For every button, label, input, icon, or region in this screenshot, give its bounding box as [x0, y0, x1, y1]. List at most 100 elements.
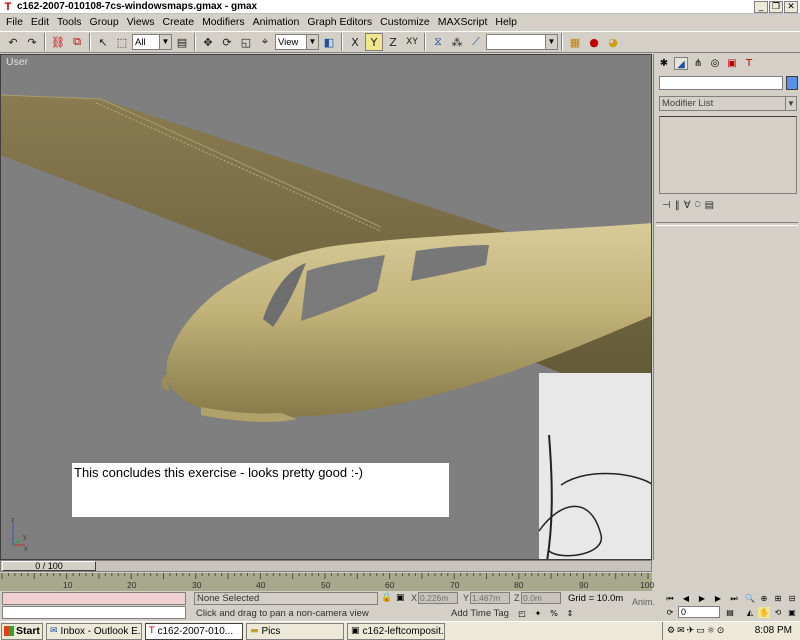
unlink-selection-icon[interactable]: ⧉ — [68, 33, 86, 51]
time-configuration-icon[interactable]: ▤ — [724, 607, 736, 618]
field-of-view-icon[interactable]: ◭ — [744, 607, 756, 618]
select-and-move-icon[interactable]: ✥ — [199, 33, 217, 51]
configure-modifier-sets-icon[interactable]: ▤ — [705, 200, 714, 211]
tray-icon[interactable]: ⊙ — [717, 626, 725, 636]
track-bar[interactable]: 10 20 30 40 50 60 70 80 90 100 — [0, 573, 654, 591]
user-viewport[interactable]: User This concludes this exercise - look… — [0, 54, 652, 560]
play-icon[interactable]: ▶ — [696, 593, 708, 604]
select-by-name-icon[interactable]: ▤ — [173, 33, 191, 51]
absolute-mode-icon[interactable]: ▣ — [396, 593, 405, 603]
quick-render-icon[interactable]: ◕ — [604, 33, 622, 51]
redo-icon[interactable]: ↷ — [23, 33, 41, 51]
quick-launch-icon[interactable]: ⚙ — [667, 626, 675, 636]
render-icon[interactable]: ● — [585, 33, 603, 51]
pan-icon[interactable]: ✋ — [758, 607, 770, 618]
animate-button[interactable]: Anim. — [632, 597, 655, 607]
arc-rotate-icon[interactable]: ⟲ — [772, 607, 784, 618]
array-icon[interactable]: ⁂ — [448, 33, 466, 51]
quick-launch-icon[interactable]: ☼ — [707, 626, 715, 636]
utilities-tab-icon[interactable]: T — [742, 57, 756, 70]
go-to-end-icon[interactable]: ⏭ — [728, 593, 740, 604]
menu-help[interactable]: Help — [491, 16, 521, 28]
zoom-icon[interactable]: 🔍 — [744, 593, 756, 604]
show-end-result-icon[interactable]: ‖ — [675, 200, 680, 211]
snap-toggle-icon[interactable]: ◰ — [516, 608, 528, 619]
menu-customize[interactable]: Customize — [376, 16, 434, 28]
make-unique-icon[interactable]: ∀ — [684, 200, 691, 211]
motion-tab-icon[interactable]: ◎ — [708, 57, 722, 70]
add-time-tag-button[interactable]: Add Time Tag — [451, 608, 509, 619]
time-slider-thumb[interactable]: 0 / 100 — [2, 561, 96, 571]
modify-tab-icon[interactable]: ◢ — [674, 56, 688, 70]
restore-button[interactable]: ❐ — [769, 1, 783, 13]
x-coord-field[interactable]: 0.226m — [418, 592, 458, 604]
previous-frame-icon[interactable]: ◀ — [680, 593, 692, 604]
modifier-stack[interactable] — [659, 116, 797, 194]
task-pics[interactable]: ▬ Pics — [246, 622, 344, 640]
pin-stack-icon[interactable]: ⊣ — [662, 200, 671, 211]
material-editor-icon[interactable]: ▦ — [566, 33, 584, 51]
minimize-button[interactable]: _ — [754, 1, 768, 13]
menu-animation[interactable]: Animation — [249, 16, 304, 28]
quick-launch-icon[interactable]: ✈ — [687, 626, 695, 636]
select-and-link-icon[interactable]: ⛓ — [49, 33, 67, 51]
select-and-rotate-icon[interactable]: ⟳ — [218, 33, 236, 51]
menu-modifiers[interactable]: Modifiers — [198, 16, 249, 28]
region-select-icon[interactable]: ⬚ — [113, 33, 131, 51]
restrict-y-icon[interactable]: Y — [365, 33, 383, 51]
menu-maxscript[interactable]: MAXScript — [434, 16, 492, 28]
current-frame-field[interactable]: 0 — [678, 606, 720, 618]
modifier-list-dropdown[interactable]: Modifier List ▼ — [659, 96, 797, 111]
menu-tools[interactable]: Tools — [53, 16, 86, 28]
select-and-scale-icon[interactable]: ◱ — [237, 33, 255, 51]
spinner-snap-icon[interactable]: ⇕ — [564, 608, 576, 619]
menu-graph-editors[interactable]: Graph Editors — [303, 16, 376, 28]
angle-snap-icon[interactable]: ✦ — [532, 608, 544, 619]
task-leftcomposite[interactable]: ▣ c162-leftcomposit... — [347, 622, 445, 640]
restrict-z-icon[interactable]: Z — [384, 33, 402, 51]
start-button[interactable]: Start — [1, 622, 43, 640]
close-button[interactable]: ✕ — [784, 1, 798, 13]
select-manipulate-icon[interactable]: ⌖ — [256, 33, 274, 51]
menu-views[interactable]: Views — [123, 16, 159, 28]
key-mode-icon[interactable]: ⟳ — [664, 607, 676, 618]
zoom-all-icon[interactable]: ⊕ — [758, 593, 770, 604]
reference-coord-dropdown[interactable]: View ▼ — [275, 34, 319, 50]
menu-file[interactable]: File — [2, 16, 27, 28]
menu-group[interactable]: Group — [86, 16, 123, 28]
selection-lock-icon[interactable]: 🔒 — [381, 593, 392, 603]
maximize-viewport-icon[interactable]: ▣ — [786, 607, 798, 618]
menu-edit[interactable]: Edit — [27, 16, 53, 28]
selection-filter-dropdown[interactable]: All ▼ — [132, 34, 172, 50]
create-tab-icon[interactable]: ✱ — [657, 57, 671, 70]
time-slider[interactable]: 0 / 100 — [0, 560, 652, 572]
zoom-extents-all-icon[interactable]: ⊟ — [786, 593, 798, 604]
task-outlook[interactable]: ✉ Inbox - Outlook E... — [46, 622, 142, 640]
undo-icon[interactable]: ↶ — [4, 33, 22, 51]
align-icon[interactable]: ⟋ — [467, 33, 485, 51]
percent-snap-icon[interactable]: % — [548, 608, 560, 619]
maxscript-listener-output[interactable] — [2, 592, 186, 605]
mirror-icon[interactable]: ⧖ — [429, 33, 447, 51]
menu-create[interactable]: Create — [159, 16, 199, 28]
hierarchy-tab-icon[interactable]: ⋔ — [691, 57, 705, 70]
zoom-extents-icon[interactable]: ⊞ — [772, 593, 784, 604]
quick-launch-icon[interactable]: ▭ — [696, 626, 705, 636]
remove-modifier-icon[interactable]: ⍥ — [695, 200, 701, 211]
named-selection-dropdown[interactable]: ▼ — [486, 34, 558, 50]
maxscript-listener-input[interactable] — [2, 606, 186, 619]
viewport-label[interactable]: User — [6, 56, 28, 68]
select-object-icon[interactable]: ↖ — [94, 33, 112, 51]
quick-launch-icon[interactable]: ✉ — [677, 626, 685, 636]
next-frame-icon[interactable]: ▶ — [712, 593, 724, 604]
y-coord-field[interactable]: 1.467m — [470, 592, 510, 604]
task-gmax[interactable]: T c162-2007-010... — [145, 622, 243, 640]
z-coord-field[interactable]: 0.0m — [521, 592, 561, 604]
object-name-field[interactable] — [659, 76, 783, 90]
pivot-center-icon[interactable]: ◧ — [320, 33, 338, 51]
restrict-x-icon[interactable]: X — [346, 33, 364, 51]
display-tab-icon[interactable]: ▣ — [725, 57, 739, 70]
restrict-xy-icon[interactable]: XY — [403, 33, 421, 51]
go-to-start-icon[interactable]: ⏮ — [664, 593, 676, 604]
object-color-swatch[interactable] — [786, 76, 798, 90]
